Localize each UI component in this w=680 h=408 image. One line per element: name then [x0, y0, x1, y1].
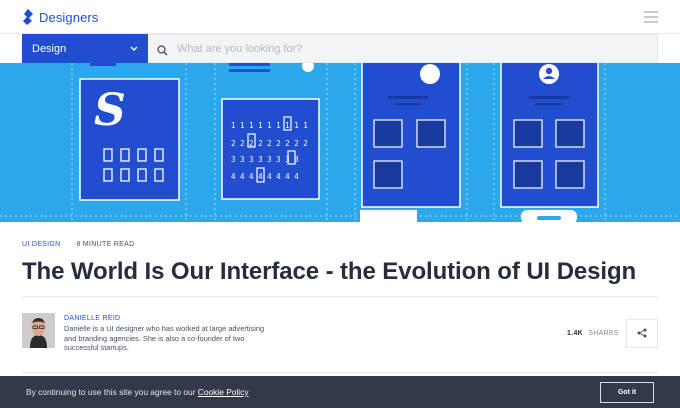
search-bar: Design — [22, 34, 658, 63]
read-time: 8 MINUTE READ — [76, 241, 135, 248]
article-category-link[interactable]: UI DESIGN — [22, 241, 60, 248]
share-icon — [637, 325, 647, 343]
category-dropdown-label: Design — [32, 42, 67, 55]
author-bio: Danielle is a UI designer who has worked… — [64, 324, 265, 352]
share-button[interactable] — [626, 319, 658, 348]
divider — [22, 296, 658, 297]
search-input[interactable] — [177, 42, 577, 55]
share-count-value: 1.4K — [567, 330, 583, 337]
hero-number-row: 1 1 1 1 1 1 1 1 1 — [231, 121, 308, 130]
author-avatar[interactable] — [22, 313, 55, 348]
hero-letter: S — [94, 85, 126, 136]
cookie-policy-link[interactable]: Cookie Policy — [198, 387, 249, 397]
divider — [22, 372, 658, 373]
hero-graphic: S 1 1 1 1 1 1 1 1 1 2 2 2 2 2 2 2 2 2 3 … — [0, 63, 680, 222]
search-icon — [157, 43, 168, 56]
brand-logo[interactable]: Designers — [22, 9, 98, 25]
cookie-message: By continuing to use this site you agree… — [26, 387, 249, 397]
cookie-banner: By continuing to use this site you agree… — [0, 376, 680, 408]
hero-illustration: S 1 1 1 1 1 1 1 1 1 2 2 2 2 2 2 2 2 2 3 … — [0, 63, 680, 222]
hero-number-row: 4 4 4 4 4 4 4 4 — [231, 172, 299, 181]
top-navigation-bar: Designers — [0, 0, 680, 34]
chevron-down-icon — [130, 44, 138, 53]
author-name-link[interactable]: DANIELLE REID — [64, 315, 120, 322]
article-title: The World Is Our Interface - the Evoluti… — [22, 258, 637, 285]
hamburger-icon[interactable] — [644, 11, 658, 23]
toptal-logo-icon — [22, 9, 34, 25]
cookie-message-text: By continuing to use this site you agree… — [26, 387, 198, 397]
hero-number-row: 2 2 2 2 2 2 2 2 2 — [231, 139, 308, 148]
brand-name: Designers — [39, 9, 99, 25]
search-field — [148, 34, 658, 63]
category-dropdown[interactable]: Design — [22, 34, 148, 63]
share-count: 1.4K SHARES — [567, 330, 619, 337]
share-count-label: SHARES — [588, 330, 619, 337]
article-meta: UI DESIGN 8 MINUTE READ — [22, 241, 134, 248]
got-it-button[interactable]: Got it — [600, 382, 654, 403]
